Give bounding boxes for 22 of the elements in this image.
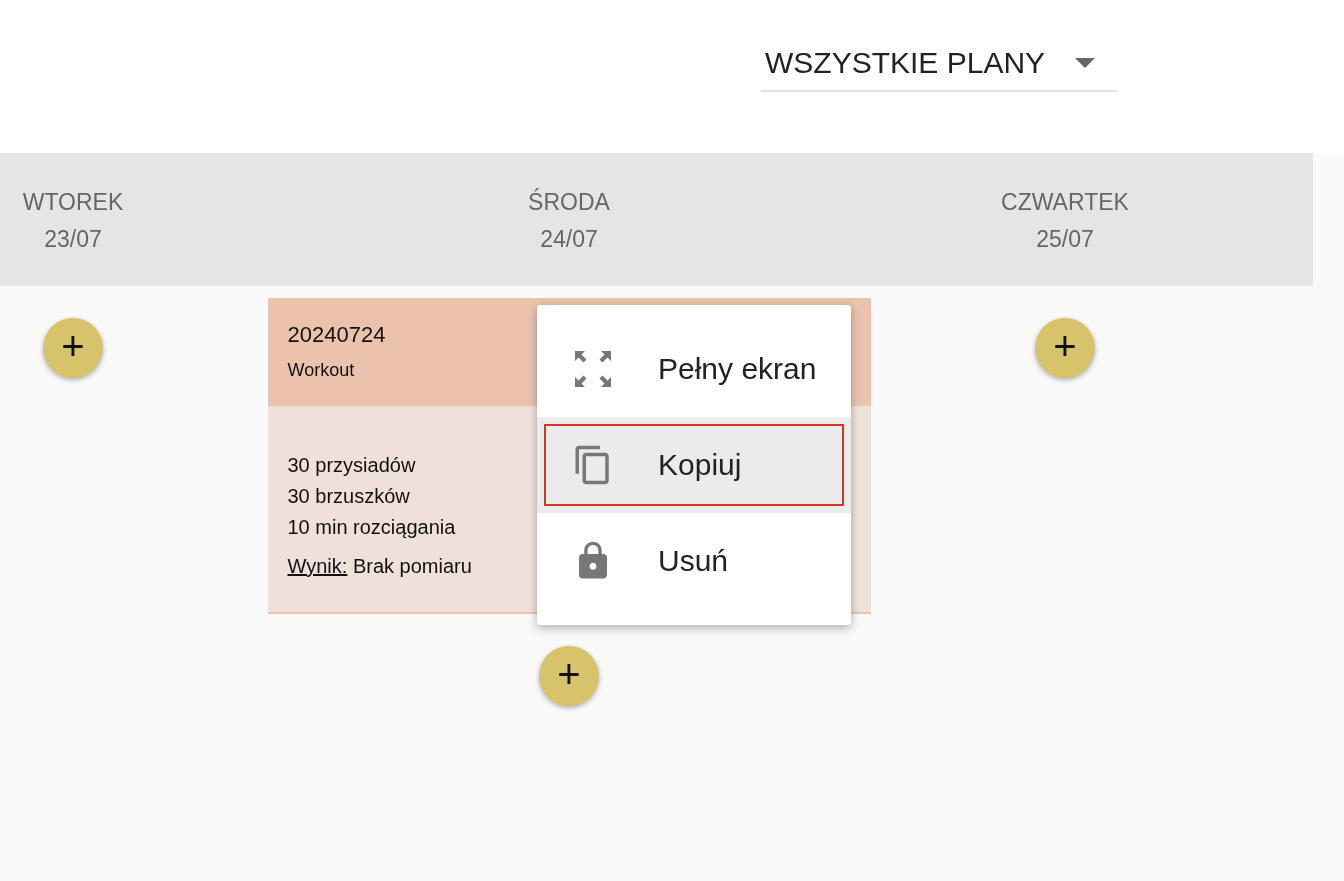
exercise-line: 30 brzuszków: [287, 484, 410, 509]
menu-item[interactable]: Kopiuj: [537, 417, 851, 513]
menu-item[interactable]: Usuń: [537, 513, 851, 609]
add-button[interactable]: +: [43, 318, 103, 378]
dropdown-value: WSZYSTKIE PLANY: [765, 46, 1046, 80]
menu-item[interactable]: Pełny ekran: [537, 321, 851, 417]
dropdown-caret-icon: [1075, 58, 1095, 70]
day-name: CZWARTEK: [1001, 189, 1129, 216]
plan-filter-dropdown[interactable]: WSZYSTKIE PLANY: [761, 42, 1117, 92]
add-button[interactable]: +: [1035, 318, 1095, 378]
day-date: 23/07: [44, 226, 102, 253]
add-button[interactable]: +: [539, 646, 599, 706]
day-date: 24/07: [540, 226, 598, 253]
day-date: 25/07: [1036, 226, 1094, 253]
plan-type: Workout: [287, 360, 355, 381]
plan-title: 20240724: [287, 322, 386, 348]
result-text: Wynik: Brak pomiaru: [287, 555, 472, 578]
exercise-line: 30 przysiadów: [287, 453, 416, 478]
day-name: ŚRODA: [528, 189, 610, 216]
day-name: WTOREK: [22, 189, 124, 216]
fullscreen-icon: [574, 350, 612, 388]
exercise-line: 10 min rozciągania: [287, 515, 456, 540]
